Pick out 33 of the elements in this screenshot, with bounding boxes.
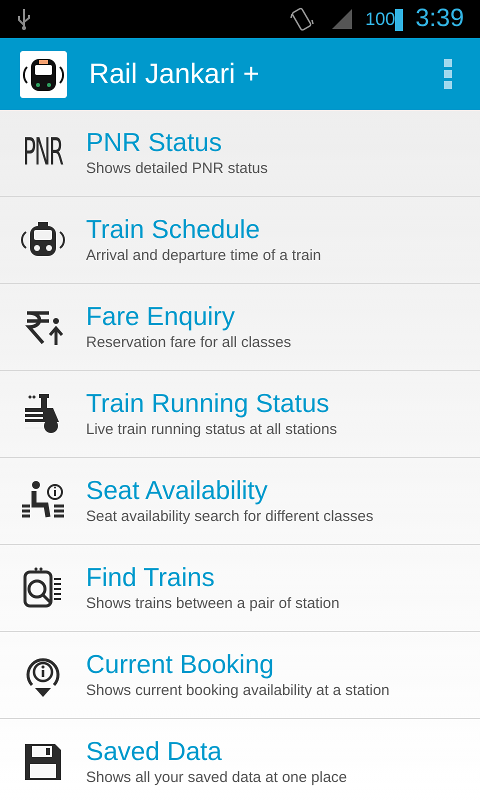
menu-item-subtitle: Shows current booking availability at a station bbox=[86, 681, 390, 701]
menu-item-subtitle: Shows trains between a pair of station bbox=[86, 594, 340, 614]
menu-item[interactable]: Seat Availability Seat availability search for different classes bbox=[0, 458, 480, 545]
pnr-icon: PNR bbox=[23, 134, 63, 172]
menu-item-title: Saved Data bbox=[86, 735, 223, 767]
menu-item[interactable]: Saved Data Shows all your saved data at one place bbox=[0, 719, 480, 800]
app-logo-icon bbox=[20, 50, 67, 98]
menu-item-subtitle: Arrival and departure time of a train bbox=[86, 246, 322, 266]
usb-icon bbox=[16, 7, 32, 31]
menu-item[interactable]: Current Booking Shows current booking availability at a station bbox=[0, 632, 480, 719]
menu-item-title: Fare Enquiry bbox=[86, 300, 236, 332]
menu-item-title: Train Running Status bbox=[86, 387, 330, 419]
vibrate-icon bbox=[289, 6, 316, 32]
clock: 3:39 bbox=[415, 3, 464, 34]
menu-item-subtitle: Live train running status at all stations bbox=[86, 420, 337, 440]
menu-item-subtitle: Shows detailed PNR status bbox=[86, 159, 268, 179]
menu-item[interactable]: Train Running Status Live train running status at all stations bbox=[0, 371, 480, 458]
signal-icon bbox=[331, 8, 354, 30]
menu-item-title: Seat Availability bbox=[86, 474, 269, 506]
menu-item-title: Find Trains bbox=[86, 561, 216, 593]
menu-item-title: Train Schedule bbox=[86, 213, 261, 245]
menu-item-title: Current Booking bbox=[86, 648, 275, 680]
menu-item-subtitle: Shows all your saved data at one place bbox=[86, 768, 347, 788]
app-title: Rail Jankari + bbox=[89, 57, 260, 91]
menu-item[interactable]: Fare Enquiry Reservation fare for all classes bbox=[0, 284, 480, 371]
menu-item-subtitle: Seat availability search for different classes bbox=[86, 507, 374, 527]
battery-percent: 100 bbox=[365, 8, 396, 30]
menu-item[interactable]: Find Trains Shows trains between a pair of station bbox=[0, 545, 480, 632]
menu-item[interactable]: PNR PNR Status Shows detailed PNR status bbox=[0, 110, 480, 197]
menu-item-title: PNR Status bbox=[86, 126, 223, 158]
battery-icon bbox=[395, 7, 404, 31]
menu-item[interactable]: Train Schedule Arrival and departure time of a train bbox=[0, 197, 480, 284]
menu-item-subtitle: Reservation fare for all classes bbox=[86, 333, 292, 353]
